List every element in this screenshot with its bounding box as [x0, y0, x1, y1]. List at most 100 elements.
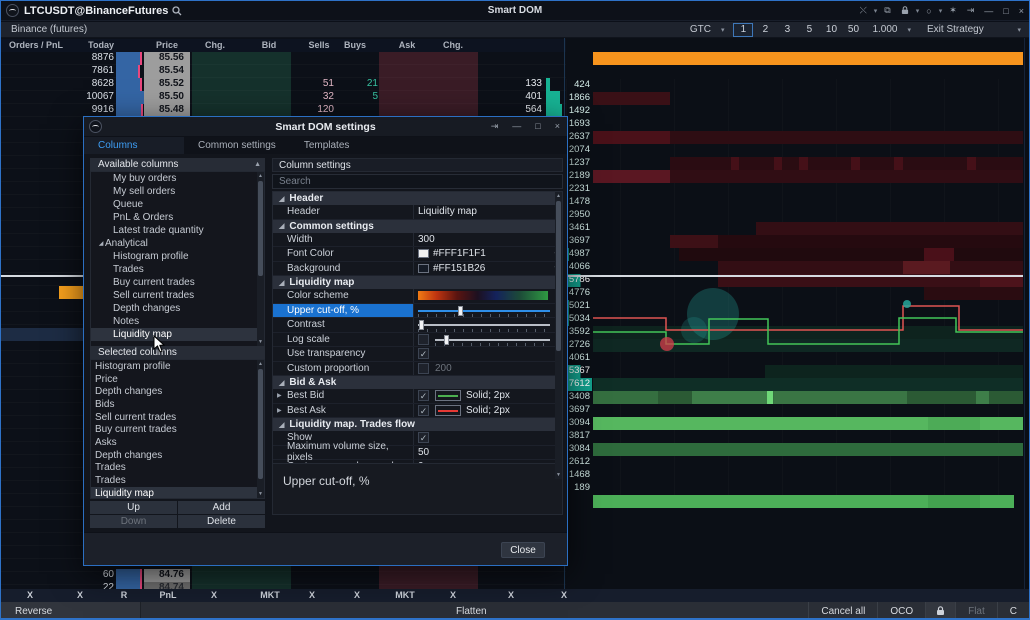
dom-row[interactable]: 887685.56	[1, 52, 566, 65]
ladder-row[interactable]: 3408	[566, 391, 1023, 404]
ladder-row[interactable]: 7612	[566, 378, 1023, 391]
color-swatch[interactable]	[418, 264, 429, 273]
qty-preset-1[interactable]: 1	[733, 23, 753, 37]
pin-icon[interactable]: ⇥	[484, 121, 506, 132]
setting-value[interactable]: ✓	[413, 431, 562, 445]
slider[interactable]	[418, 304, 550, 318]
setting-label[interactable]: Header	[273, 205, 413, 219]
line-style-text[interactable]: Solid; 2px	[466, 405, 510, 416]
tree-item[interactable]: My buy orders	[91, 172, 264, 185]
settings-search-input[interactable]: Search	[272, 174, 563, 189]
list-item[interactable]: Asks	[91, 436, 264, 449]
setting-value[interactable]: Liquidity map	[413, 205, 562, 219]
qty-preset-10[interactable]: 10	[821, 23, 841, 37]
footer-action-x[interactable]: X	[77, 590, 83, 600]
delete-button[interactable]: Delete	[178, 515, 265, 528]
footer-action-x[interactable]: X	[354, 590, 360, 600]
ladder-row[interactable]: 1237	[566, 157, 1023, 170]
line-style-swatch[interactable]	[435, 405, 461, 416]
tree-item[interactable]: Depth changes	[91, 302, 264, 315]
checkbox[interactable]: ✓	[418, 348, 429, 359]
expander-icon[interactable]: ◢	[97, 240, 105, 247]
list-item[interactable]: Depth changes	[91, 385, 264, 398]
ladder-row[interactable]: 2950	[566, 209, 1023, 222]
tree-item[interactable]: PnL & Orders	[91, 211, 264, 224]
tree-item[interactable]: My sell orders	[91, 185, 264, 198]
ladder-row[interactable]: 3697	[566, 404, 1023, 417]
up-button[interactable]: Up	[90, 501, 177, 514]
list-item[interactable]: Depth changes	[91, 449, 264, 462]
list-item[interactable]: Trades	[91, 462, 264, 475]
list-item[interactable]: Sell current trades	[91, 411, 264, 424]
tree-item[interactable]: Notes	[91, 315, 264, 328]
ladder-row[interactable]: 1693	[566, 118, 1023, 131]
color-swatch[interactable]	[418, 249, 429, 258]
slider[interactable]	[418, 318, 550, 332]
setting-label[interactable]: Custom proportion	[273, 362, 413, 376]
value-text[interactable]: 50	[418, 447, 429, 458]
setting-label[interactable]: Upper cut-off, %	[273, 304, 413, 318]
maximize-icon[interactable]: □	[528, 121, 547, 132]
ladder-row[interactable]: 3697	[566, 235, 1023, 248]
settings-section[interactable]: ◢Header	[273, 192, 562, 205]
circle-icon[interactable]: ○	[921, 1, 936, 20]
checkbox[interactable]	[418, 363, 429, 374]
value-text[interactable]: 300	[418, 234, 435, 245]
setting-label[interactable]: Color scheme	[273, 289, 413, 303]
column-header[interactable]: Orders / PnL	[9, 40, 63, 50]
setting-value[interactable]: 300	[413, 233, 562, 247]
ladder-row[interactable]: 4776	[566, 287, 1023, 300]
color-value[interactable]: #FF151B26	[433, 263, 485, 274]
ladder-row[interactable]: 1468	[566, 469, 1023, 482]
dom-row[interactable]: 862885.525121133	[1, 78, 566, 91]
scrollbar[interactable]: ▲ ▼	[257, 360, 264, 498]
footer-action-pnl[interactable]: PnL	[160, 590, 177, 600]
sells-cell[interactable]: 32	[323, 91, 334, 102]
settings-section[interactable]: ◢Liquidity map	[273, 276, 562, 289]
setting-value[interactable]: 50	[413, 446, 562, 460]
ladder-row[interactable]: 2637	[566, 131, 1023, 144]
setting-label[interactable]: Background	[273, 262, 413, 276]
tree-item[interactable]: Latest trade quantity	[91, 224, 264, 237]
setting-value[interactable]	[413, 304, 562, 318]
caret-down-icon[interactable]: ▾	[872, 1, 880, 20]
working-order-marker[interactable]	[59, 286, 83, 299]
setting-label[interactable]: Font Color	[273, 247, 413, 261]
ladder-row[interactable]: 2189	[566, 170, 1023, 183]
footer-action-x[interactable]: X	[309, 590, 315, 600]
close-icon[interactable]: ×	[548, 121, 567, 132]
footer-action-x[interactable]: X	[211, 590, 217, 600]
value-text[interactable]: Liquidity map	[418, 206, 477, 217]
dom-row[interactable]: 1006785.50325401	[1, 91, 566, 104]
dom-row[interactable]: 6084.76	[1, 569, 566, 582]
line-style-swatch[interactable]	[435, 390, 461, 401]
slider[interactable]	[435, 333, 550, 347]
expander-icon[interactable]: ▶	[277, 407, 282, 414]
setting-label[interactable]: ▶Best Bid	[273, 389, 413, 403]
footer-action-r[interactable]: R	[121, 590, 128, 600]
line-style-text[interactable]: Solid; 2px	[466, 390, 510, 401]
link-icon[interactable]: ⤬	[855, 1, 872, 20]
checkbox[interactable]: ✓	[418, 390, 429, 401]
lock-icon[interactable]	[896, 1, 914, 20]
ladder-row[interactable]: 3592	[566, 326, 1023, 339]
sells-cell[interactable]: 51	[323, 78, 334, 89]
tree-item[interactable]: Sell current trades	[91, 289, 264, 302]
list-item[interactable]: Bids	[91, 398, 264, 411]
list-item[interactable]: Histogram profile	[91, 360, 264, 373]
list-item[interactable]: Trades	[91, 474, 264, 487]
connection-button[interactable]: C	[997, 602, 1029, 620]
ladder-row[interactable]: 2231	[566, 183, 1023, 196]
ladder-row[interactable]	[566, 495, 1023, 508]
column-header[interactable]: Sells	[308, 40, 329, 50]
ladder-row[interactable]: 5034	[566, 313, 1023, 326]
column-header[interactable]: Chg.	[205, 40, 225, 50]
ladder-row[interactable]: 1866	[566, 92, 1023, 105]
setting-value[interactable]: #FF151B26▾	[413, 262, 562, 276]
setting-label[interactable]: Maximum volume size, pixels	[273, 446, 413, 460]
settings-section[interactable]: ◢Bid & Ask	[273, 376, 562, 389]
tree-item[interactable]: Queue	[91, 198, 264, 211]
price-cell[interactable]: 85.56	[144, 52, 190, 65]
footer-action-x[interactable]: X	[508, 590, 514, 600]
flat-button[interactable]: Flat	[955, 602, 997, 620]
